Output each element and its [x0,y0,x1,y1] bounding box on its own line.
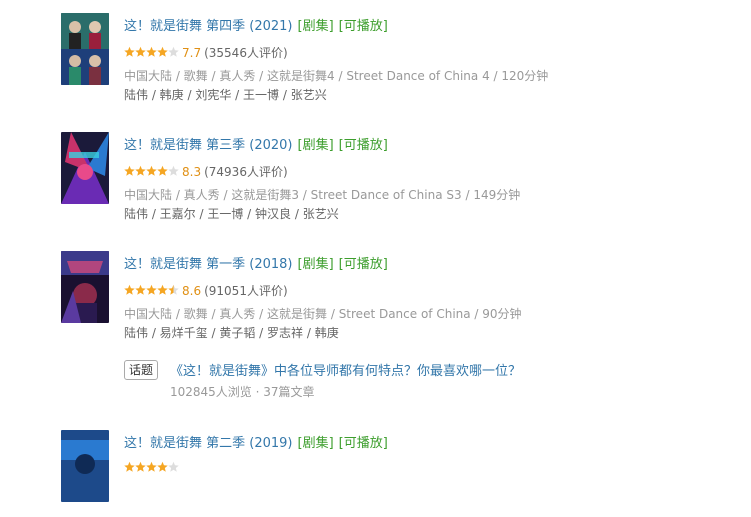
poster-image[interactable] [61,430,109,502]
star-icon [168,461,179,472]
result-cast: 陆伟 / 王嘉尔 / 王一博 / 钟汉良 / 张艺兴 [124,207,339,221]
result-item: 这！就是街舞 第三季 (2020) [剧集] [可播放] 8.3 (74936人评价)… [0,119,751,221]
star-icon [135,461,146,472]
result-item: 这！就是街舞 第二季 (2019) [剧集] [可播放] [0,417,751,517]
rating-score: 8.3 [182,165,202,179]
star-icon [168,284,179,295]
tag-playable[interactable]: [可播放] [339,257,388,272]
star-icon [168,165,179,176]
tag-playable[interactable]: [可播放] [339,138,388,153]
tag-series[interactable]: [剧集] [298,257,334,272]
tag-playable[interactable]: [可播放] [339,436,388,451]
star-icon [135,284,146,295]
star-icon [135,165,146,176]
star-icon [124,284,135,295]
tag-series[interactable]: [剧集] [298,19,334,34]
result-title-link[interactable]: 这！就是街舞 第一季 (2018) [124,257,293,272]
star-icon [157,284,168,295]
star-icon [146,46,157,57]
rating-votes[interactable]: (91051人评价) [204,284,288,298]
topic-stats: 102845人浏览 · 37篇文章 [170,385,315,399]
star-icon [146,165,157,176]
star-icon [124,461,135,472]
rating-stars-icon [124,461,179,473]
star-icon [157,46,168,57]
rating-stars-icon [124,165,179,177]
star-icon [135,46,146,57]
poster-image[interactable] [61,13,109,85]
result-title-link[interactable]: 这！就是街舞 第二季 (2019) [124,436,293,451]
poster-image[interactable] [61,251,109,323]
star-icon [146,461,157,472]
star-icon [168,46,179,57]
rating-votes[interactable]: (74936人评价) [204,165,288,179]
tag-series[interactable]: [剧集] [298,138,334,153]
result-title-link[interactable]: 这！就是街舞 第四季 (2021) [124,19,293,34]
tag-series[interactable]: [剧集] [298,436,334,451]
result-cast: 陆伟 / 易烊千玺 / 黄子韬 / 罗志祥 / 韩庚 [124,326,339,340]
star-icon [157,461,168,472]
tag-playable[interactable]: [可播放] [339,19,388,34]
result-title-link[interactable]: 这！就是街舞 第三季 (2020) [124,138,293,153]
result-meta: 中国大陆 / 歌舞 / 真人秀 / 这就是街舞4 / Street Dance … [124,69,549,83]
star-icon [124,165,135,176]
topic-badge[interactable]: 话题 [124,360,159,380]
rating-score: 7.7 [182,46,202,60]
poster-image[interactable] [61,132,109,204]
rating-votes[interactable]: (35546人评价) [204,46,288,60]
rating-score: 8.6 [182,284,202,298]
rating-stars-icon [124,284,179,296]
star-icon [124,46,135,57]
result-meta: 中国大陆 / 歌舞 / 真人秀 / 这就是街舞 / Street Dance o… [124,307,522,321]
star-icon [146,284,157,295]
result-item: 这！就是街舞 第一季 (2018) [剧集] [可播放] 8.6 (91051人评价)… [0,238,751,340]
result-item: 这！就是街舞 第四季 (2021) [剧集] [可播放] 7.7 (35546人评价)… [0,0,751,102]
result-meta: 中国大陆 / 真人秀 / 这就是街舞3 / Street Dance of Ch… [124,188,521,202]
topic-link[interactable]: 《这！就是街舞》中各位导师都有何特点？你最喜欢哪一位？ [170,360,521,379]
star-icon [157,165,168,176]
rating-stars-icon [124,46,179,58]
result-cast: 陆伟 / 韩庚 / 刘宪华 / 王一博 / 张艺兴 [124,88,327,102]
